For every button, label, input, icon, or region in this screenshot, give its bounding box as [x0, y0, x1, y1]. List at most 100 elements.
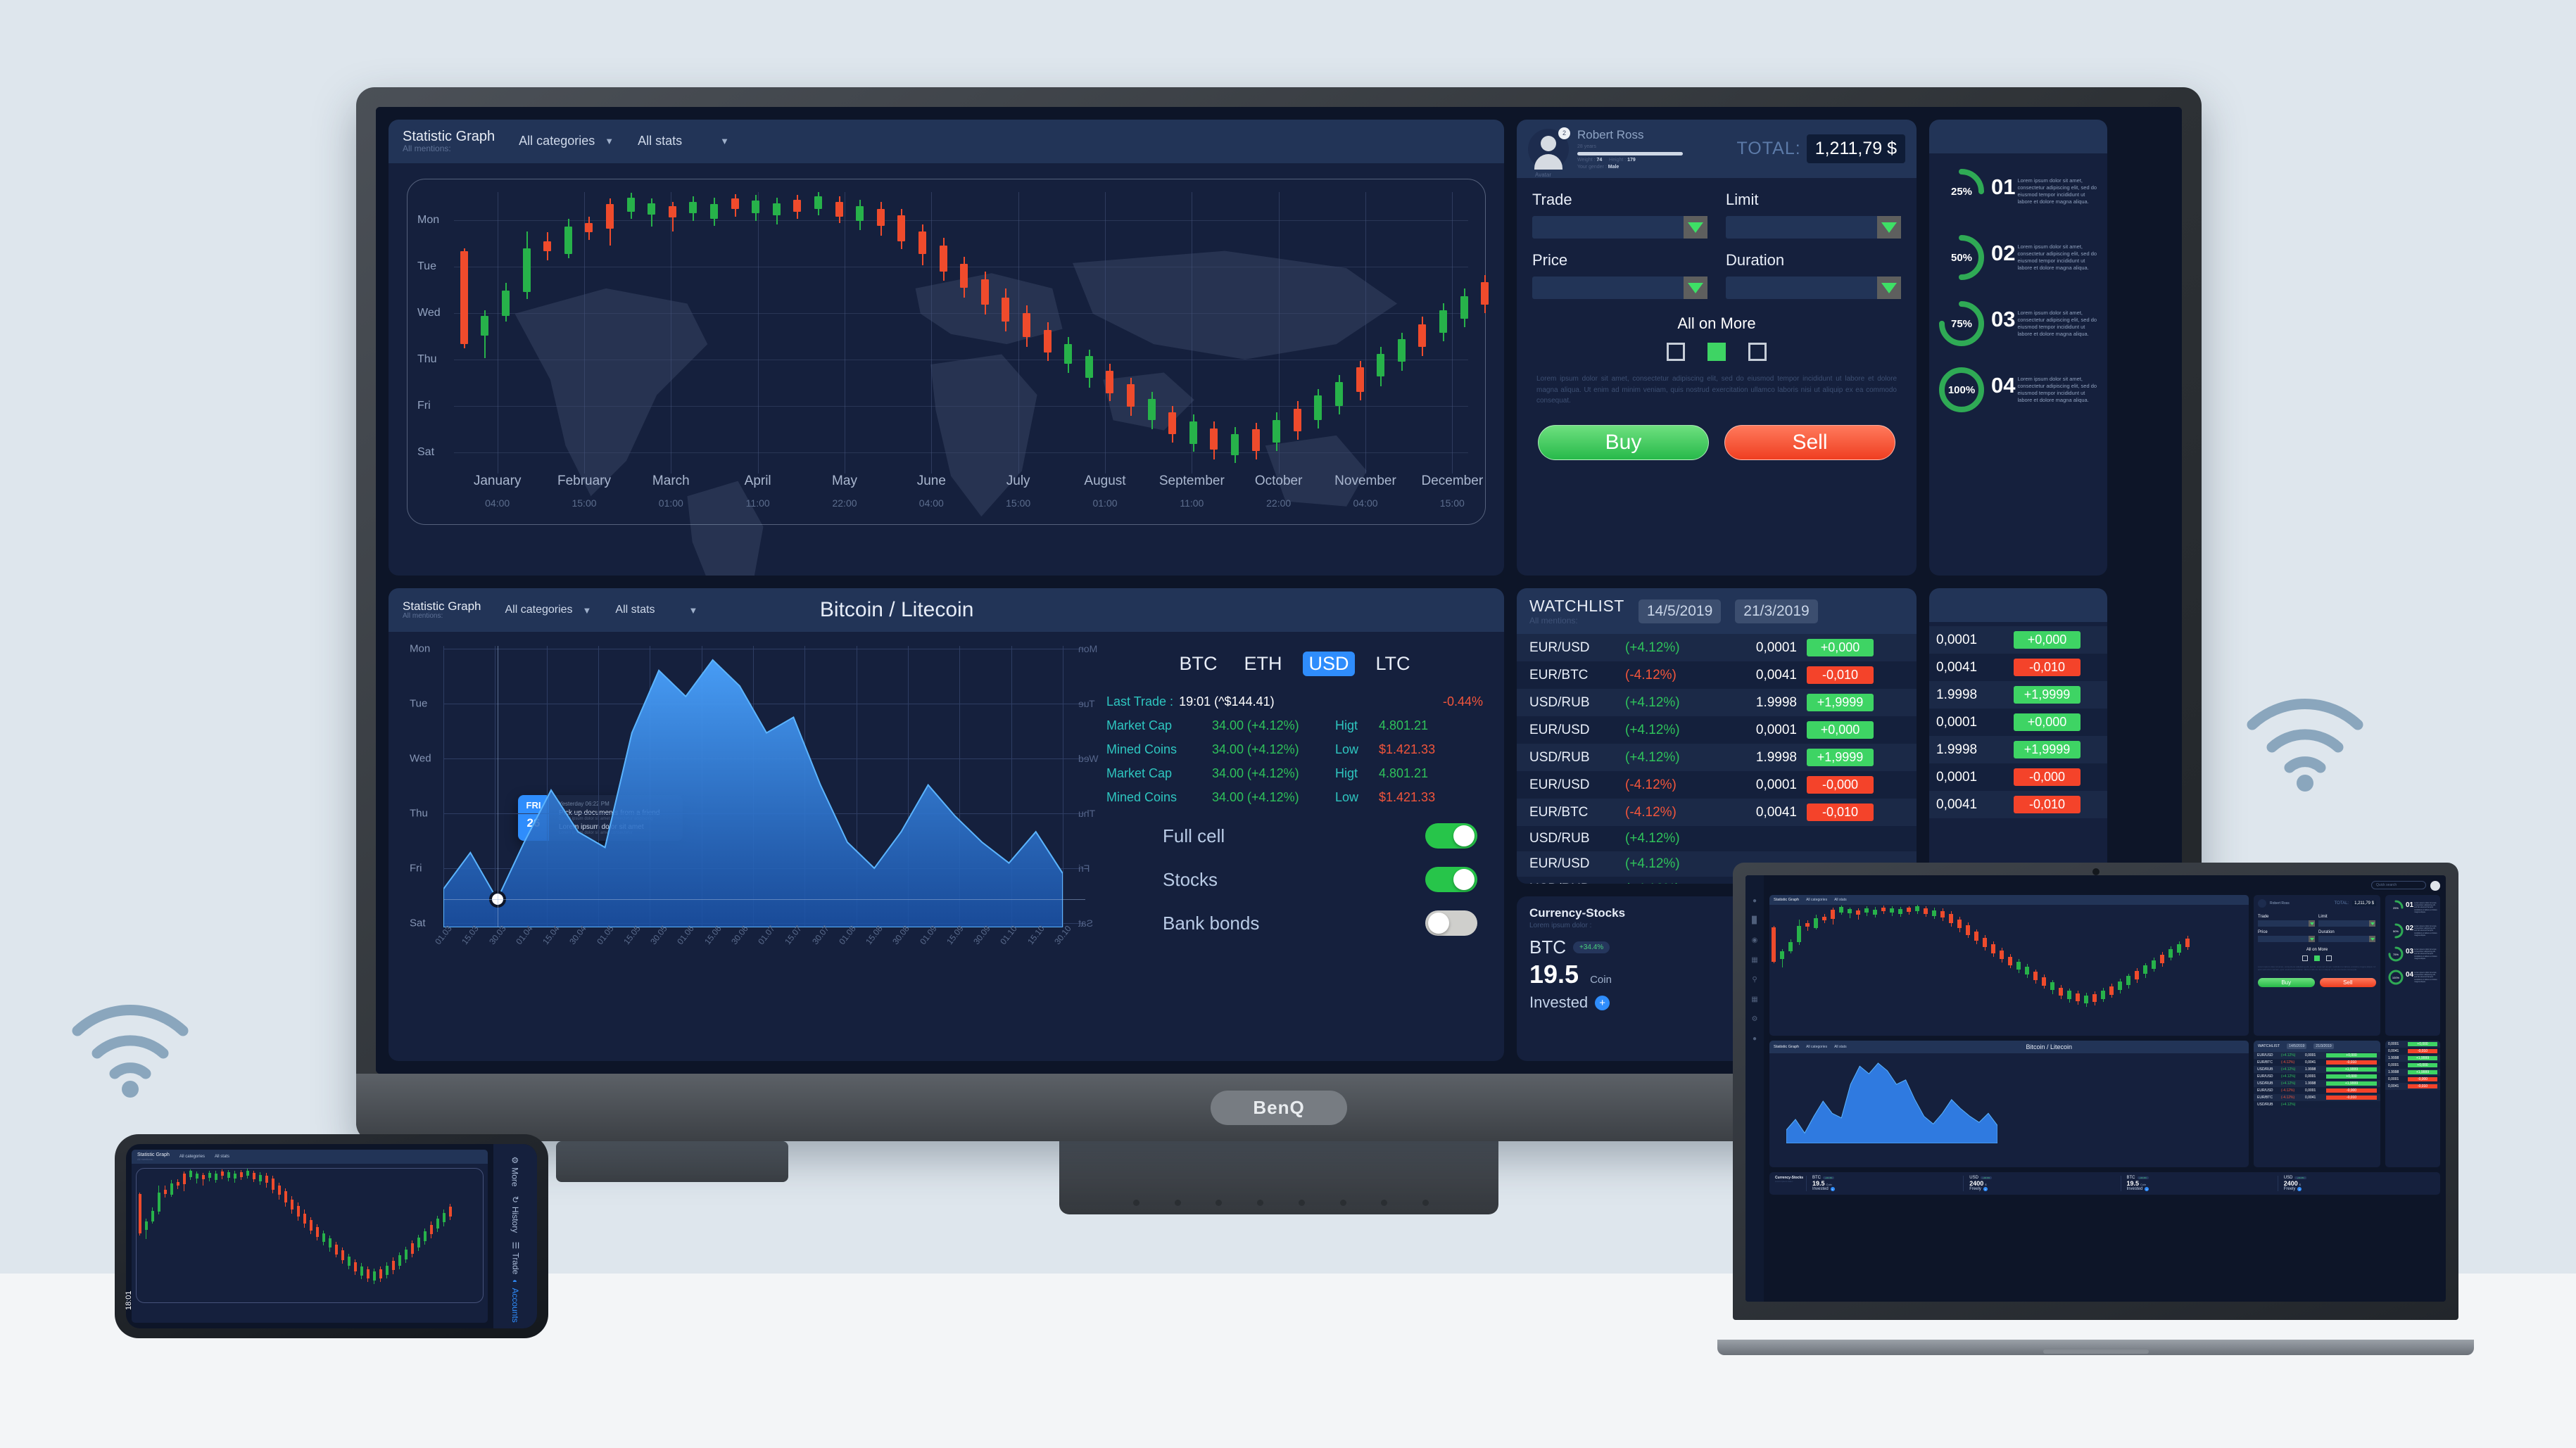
phone-nav-more[interactable]: ⚙ More: [510, 1156, 520, 1186]
laptop-right-row[interactable]: 0,0041 -0,010: [2385, 1048, 2440, 1055]
avatar[interactable]: 2 Avatar: [1528, 127, 1570, 178]
laptop-right-row[interactable]: 0,0001 +0,000: [2385, 1062, 2440, 1069]
pie-chart-icon[interactable]: ◉: [1750, 936, 1760, 944]
laptop-watchlist-row[interactable]: EUR/USD (-4.12%) 0,0001 -0,000: [2254, 1087, 2380, 1094]
watchlist-row[interactable]: EUR/BTC (-4.12%) 0,0041 -0,010: [1517, 799, 1917, 826]
buy-button[interactable]: Buy: [1538, 424, 1709, 460]
phone-nav-history[interactable]: ↻ History: [510, 1196, 520, 1233]
toggle-switch-stocks[interactable]: [1425, 867, 1477, 892]
coin-tab-ltc[interactable]: LTC: [1370, 652, 1416, 676]
watchlist-row[interactable]: USD/RUB (+4.12%) 1.9998 +1,9999: [1517, 689, 1917, 716]
laptop-field-input[interactable]: [2258, 936, 2315, 942]
watchlist-row[interactable]: USD/RUB (+4.12%): [1517, 826, 1917, 851]
laptop-buy-button[interactable]: Buy: [2258, 978, 2315, 988]
phone-navigation[interactable]: ⚙ More ↻ History ☰ Trade ◐ Accounts: [493, 1144, 537, 1328]
laptop-sell-button[interactable]: Sell: [2319, 978, 2376, 988]
toggle-switch-full-cell[interactable]: [1425, 823, 1477, 849]
laptop-category-dropdown[interactable]: All categories: [1806, 898, 1827, 902]
dropdown-caret-icon[interactable]: [2309, 920, 2315, 927]
watchlist-right-row[interactable]: 0,0001 +0,000: [1929, 626, 2107, 654]
area-stats-dropdown[interactable]: All stats ▼: [615, 604, 697, 616]
area-category-dropdown[interactable]: All categories ▼: [505, 604, 592, 616]
plus-icon[interactable]: +: [1830, 1187, 1835, 1191]
laptop-search-input[interactable]: Quick search: [2371, 881, 2426, 889]
trade-field-input-limit[interactable]: [1726, 216, 1901, 239]
laptop-checkbox-1[interactable]: [2302, 955, 2308, 961]
laptop-area-stats[interactable]: All stats: [1834, 1045, 1847, 1049]
laptop-checkboxes[interactable]: [2258, 955, 2376, 961]
candlestick-stats-dropdown[interactable]: All stats ▼: [638, 134, 729, 148]
watchlist-row[interactable]: EUR/BTC (-4.12%) 0,0041 -0,010: [1517, 661, 1917, 689]
plus-icon[interactable]: +: [1983, 1187, 1988, 1191]
laptop-right-row[interactable]: 0,0001 -0,000: [2385, 1076, 2440, 1083]
laptop-right-row[interactable]: 1.9998 +1,9999: [2385, 1069, 2440, 1076]
watchlist-row[interactable]: EUR/USD (+4.12%) 0,0001 +0,000: [1517, 716, 1917, 744]
laptop-watchlist-row[interactable]: USD/RUB (+4.12%): [2254, 1101, 2380, 1108]
laptop-date-from[interactable]: 14/5/2019: [2287, 1043, 2307, 1049]
watchlist-right-row[interactable]: 0,0001 +0,000: [1929, 709, 2107, 736]
dropdown-caret-icon[interactable]: [2309, 936, 2315, 942]
trade-field-input-duration[interactable]: [1726, 277, 1901, 299]
laptop-field-input[interactable]: [2318, 920, 2375, 927]
watchlist-row[interactable]: USD/RUB (+4.12%) 1.9998 +1,9999: [1517, 744, 1917, 771]
watchlist-row[interactable]: EUR/USD (-4.12%) 0,0001 -0,000: [1517, 771, 1917, 799]
laptop-field-input[interactable]: [2318, 936, 2375, 942]
coin-tab-eth[interactable]: ETH: [1238, 652, 1287, 676]
candlestick-plot-area[interactable]: Mon Tue Wed Thu Fri Sat: [417, 191, 1489, 576]
laptop-right-row[interactable]: 0,0041 -0,010: [2385, 1083, 2440, 1090]
watchlist-right-row[interactable]: 0,0041 -0,010: [1929, 791, 2107, 818]
watchlist-date-from[interactable]: 14/5/2019: [1638, 599, 1722, 623]
toggle-switch-bank-bonds[interactable]: [1425, 910, 1477, 936]
laptop-stats-dropdown[interactable]: All stats: [1834, 898, 1847, 902]
watchlist-date-to[interactable]: 21/3/2019: [1735, 599, 1818, 623]
watchlist-right-row[interactable]: 0,0001 -0,000: [1929, 763, 2107, 791]
laptop-watchlist-row[interactable]: USD/RUB (+4.12%) 1.9998 +1,9999: [2254, 1066, 2380, 1073]
laptop-watchlist-row[interactable]: EUR/USD (+4.12%) 0,0001 +0,000: [2254, 1073, 2380, 1080]
bar-chart-icon[interactable]: ▉: [1750, 916, 1760, 925]
trade-field-input-trade[interactable]: [1532, 216, 1707, 239]
laptop-date-to[interactable]: 21/3/2019: [2313, 1043, 2334, 1049]
watchlist-right-row[interactable]: 0,0041 -0,010: [1929, 654, 2107, 681]
laptop-checkbox-2[interactable]: [2314, 955, 2320, 961]
dropdown-caret-icon[interactable]: [1877, 216, 1901, 239]
laptop-avatar[interactable]: [2430, 881, 2440, 891]
trade-field-input-price[interactable]: [1532, 277, 1707, 299]
watchlist-right-row[interactable]: 1.9998 +1,9999: [1929, 681, 2107, 709]
laptop-right-row[interactable]: 0,0001 +0,000: [2385, 1041, 2440, 1048]
watchlist-row[interactable]: EUR/USD (+4.12%) 0,0001 +0,000: [1517, 634, 1917, 661]
checkbox-group[interactable]: [1532, 343, 1901, 361]
phone-nav-accounts[interactable]: ◐ Accounts: [510, 1279, 520, 1323]
search-icon[interactable]: ⚲: [1750, 975, 1760, 984]
dropdown-caret-icon[interactable]: [1684, 216, 1707, 239]
laptop-watchlist-row[interactable]: EUR/USD (+4.12%) 0,0001 +0,000: [2254, 1052, 2380, 1059]
checkbox-2[interactable]: [1707, 343, 1726, 361]
laptop-field-input[interactable]: [2258, 920, 2315, 927]
watchlist-right-row[interactable]: 1.9998 +1,9999: [1929, 736, 2107, 763]
user-icon[interactable]: ●: [1750, 1034, 1760, 1043]
dropdown-caret-icon[interactable]: [1877, 277, 1901, 299]
phone-category-dropdown[interactable]: All categories: [179, 1155, 205, 1159]
coin-tab-btc[interactable]: BTC: [1173, 652, 1223, 676]
dropdown-caret-icon[interactable]: [2369, 936, 2375, 942]
laptop-right-row[interactable]: 1.9998 +1,9999: [2385, 1055, 2440, 1062]
dropdown-caret-icon[interactable]: [2369, 920, 2375, 927]
plus-icon[interactable]: +: [2297, 1187, 2302, 1191]
wallet-icon[interactable]: ▦: [1750, 995, 1760, 1003]
grid-icon[interactable]: ▦: [1750, 955, 1760, 964]
phone-stats-dropdown[interactable]: All stats: [215, 1155, 229, 1159]
plus-icon[interactable]: +: [1595, 995, 1610, 1010]
phone-nav-trade[interactable]: ☰ Trade: [510, 1241, 520, 1274]
laptop-checkbox-3[interactable]: [2326, 955, 2332, 961]
checkbox-3[interactable]: [1748, 343, 1767, 361]
area-plot-area[interactable]: FRI 26 Yesterday 06:22 PM Pick up docume…: [410, 643, 1099, 929]
dropdown-caret-icon[interactable]: [1684, 277, 1707, 299]
plus-icon[interactable]: +: [2145, 1187, 2149, 1191]
checkbox-1[interactable]: [1667, 343, 1685, 361]
sell-button[interactable]: Sell: [1724, 424, 1895, 460]
coin-tab-usd[interactable]: USD: [1303, 652, 1355, 676]
candlestick-category-dropdown[interactable]: All categories ▼: [519, 134, 614, 148]
laptop-area-category[interactable]: All categories: [1806, 1045, 1827, 1049]
coin-tabs[interactable]: BTC ETH USD LTC: [1106, 652, 1483, 676]
laptop-watchlist-row[interactable]: EUR/BTC (-4.12%) 0,0041 -0,010: [2254, 1094, 2380, 1101]
laptop-watchlist-row[interactable]: USD/RUB (+4.12%) 1.9998 +1,9999: [2254, 1080, 2380, 1087]
